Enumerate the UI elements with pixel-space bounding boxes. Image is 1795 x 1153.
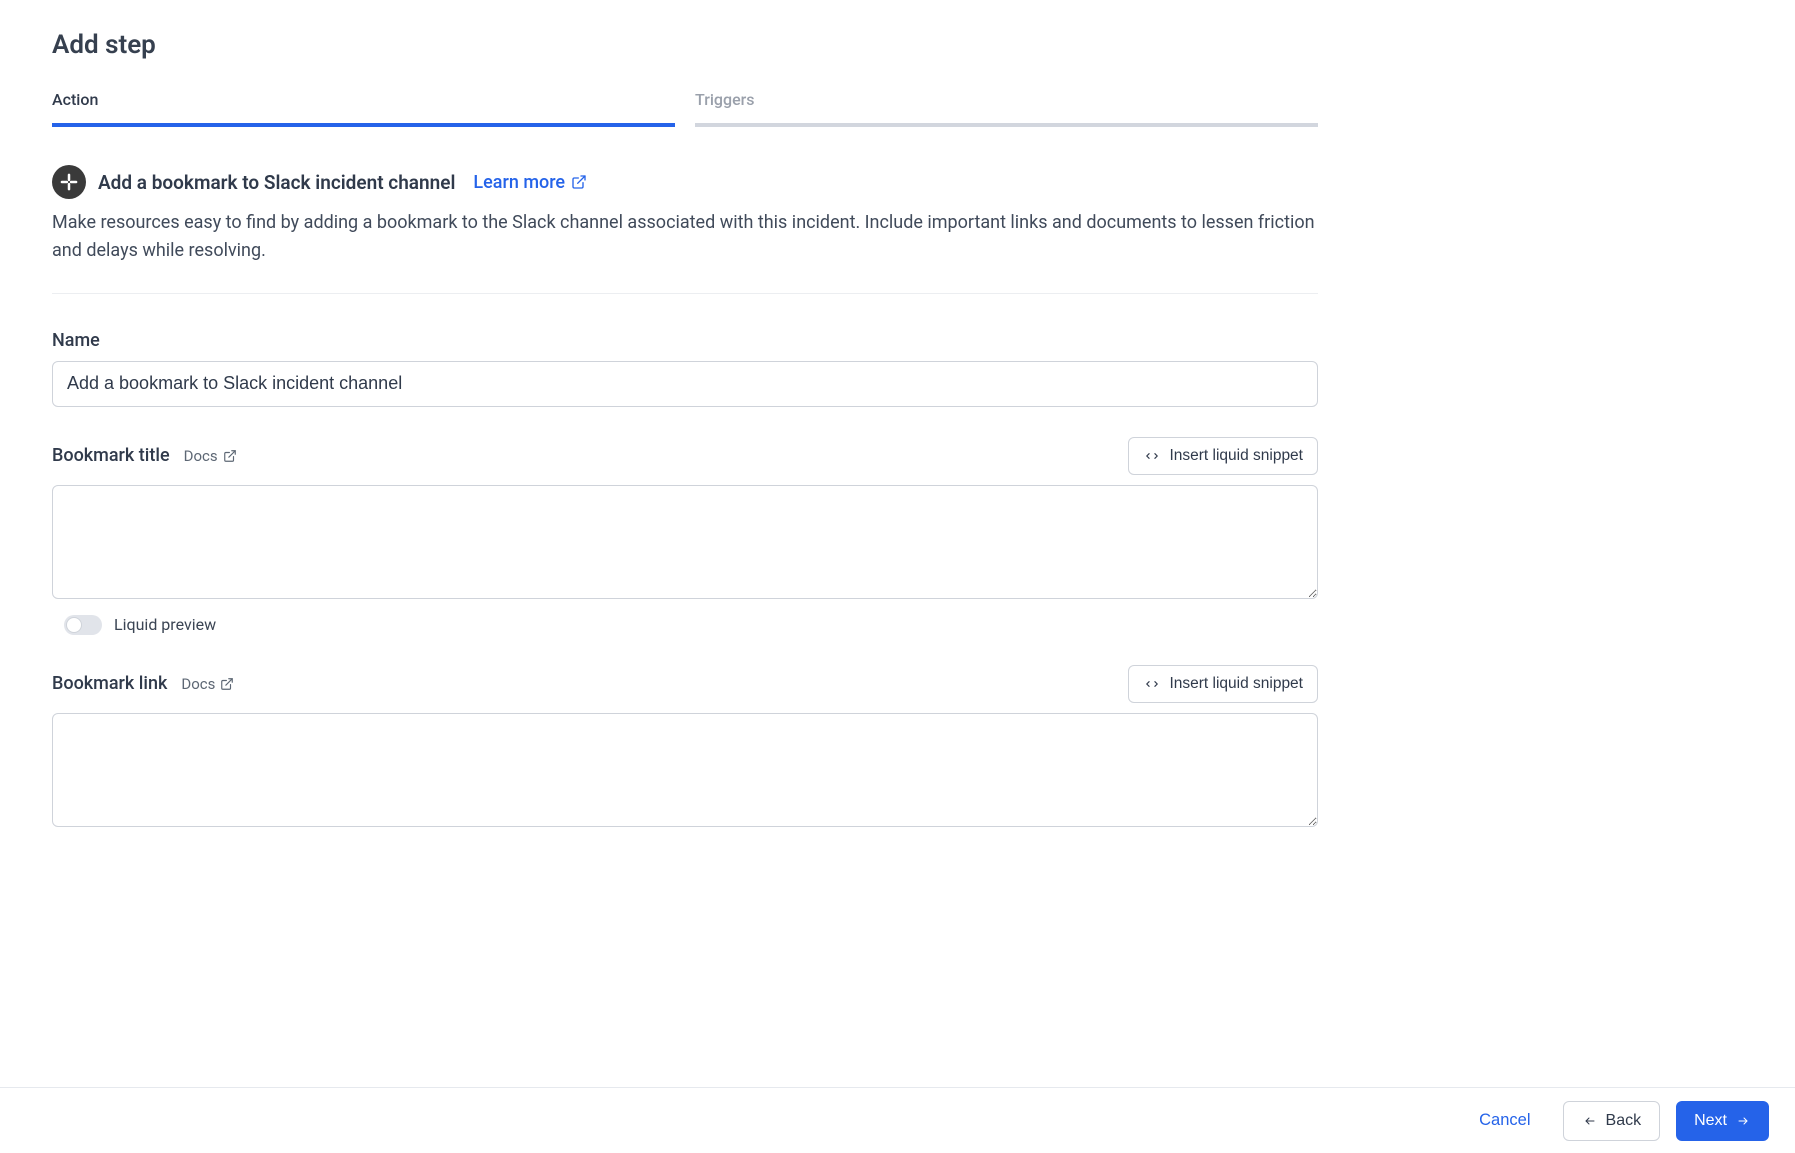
insert-snippet-button-link[interactable]: Insert liquid snippet [1128, 665, 1318, 703]
arrow-right-icon [1735, 1115, 1751, 1127]
bookmark-link-docs-link[interactable]: Docs [181, 675, 234, 693]
bookmark-link-textarea[interactable] [52, 713, 1318, 827]
tab-triggers[interactable]: Triggers [695, 90, 1318, 127]
liquid-preview-toggle[interactable] [64, 615, 102, 635]
bookmark-title-docs-link[interactable]: Docs [184, 447, 237, 465]
external-link-icon [571, 174, 587, 190]
action-header: Add a bookmark to Slack incident channel… [52, 165, 1318, 199]
liquid-preview-row: Liquid preview [52, 615, 1318, 635]
page-title: Add step [52, 30, 1318, 60]
next-label: Next [1694, 1112, 1727, 1130]
cancel-button[interactable]: Cancel [1463, 1101, 1546, 1140]
external-link-icon [223, 449, 237, 463]
next-button[interactable]: Next [1676, 1101, 1769, 1141]
snippet-label: Insert liquid snippet [1169, 675, 1303, 693]
name-input[interactable] [52, 361, 1318, 407]
field-bookmark-link: Bookmark link Docs Insert liquid snippet [52, 665, 1318, 831]
bookmark-link-label: Bookmark link [52, 673, 167, 694]
field-bookmark-title: Bookmark title Docs Insert liquid snippe… [52, 437, 1318, 635]
code-icon [1143, 677, 1161, 691]
tab-action[interactable]: Action [52, 90, 675, 127]
liquid-preview-label: Liquid preview [114, 615, 216, 634]
tabs: Action Triggers [52, 90, 1318, 127]
docs-label: Docs [184, 447, 218, 465]
footer: Cancel Back Next [0, 1087, 1795, 1153]
field-name: Name [52, 330, 1318, 407]
docs-label: Docs [181, 675, 215, 693]
back-button[interactable]: Back [1563, 1101, 1661, 1141]
code-icon [1143, 449, 1161, 463]
action-title: Add a bookmark to Slack incident channel [98, 171, 455, 194]
back-label: Back [1606, 1112, 1642, 1130]
slack-icon [52, 165, 86, 199]
learn-more-label: Learn more [473, 172, 565, 193]
snippet-label: Insert liquid snippet [1169, 447, 1303, 465]
learn-more-link[interactable]: Learn more [473, 172, 587, 193]
name-label: Name [52, 330, 100, 351]
divider [52, 293, 1318, 294]
external-link-icon [220, 677, 234, 691]
arrow-left-icon [1582, 1115, 1598, 1127]
bookmark-title-textarea[interactable] [52, 485, 1318, 599]
insert-snippet-button-title[interactable]: Insert liquid snippet [1128, 437, 1318, 475]
bookmark-title-label: Bookmark title [52, 445, 170, 466]
action-description: Make resources easy to find by adding a … [52, 209, 1318, 265]
